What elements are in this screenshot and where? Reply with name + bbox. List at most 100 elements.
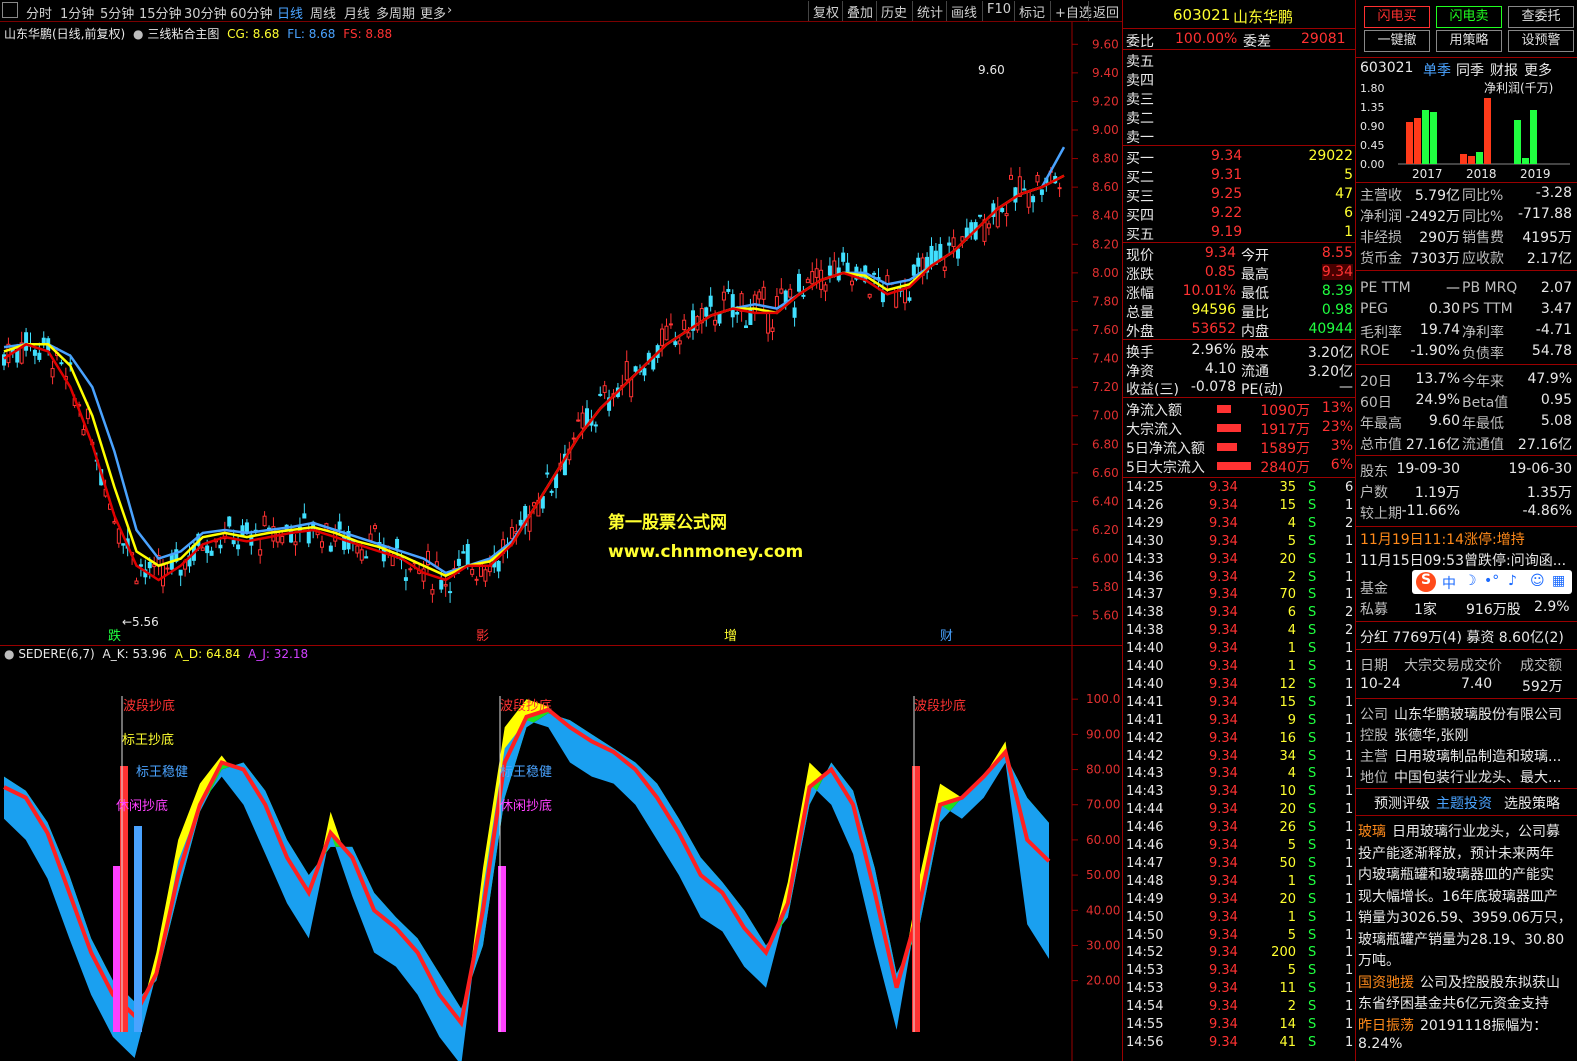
fin-code: 603021 xyxy=(1360,60,1414,76)
signal-label: 波段抄底 xyxy=(914,698,966,714)
candle-down xyxy=(302,513,307,519)
cancel-all-button[interactable]: 一键撤 xyxy=(1364,30,1430,52)
back-button[interactable]: 返回 xyxy=(1088,1,1123,21)
price-tick-label: 8.60 xyxy=(1092,180,1119,194)
settings-circle-icon[interactable]: ● xyxy=(4,647,14,661)
f10-button[interactable]: F10 xyxy=(982,1,1015,21)
tab-forecast[interactable]: 预测评级 xyxy=(1374,793,1430,813)
period-daily[interactable]: 日线 xyxy=(277,3,303,22)
tick-volume: 26 xyxy=(1279,820,1296,836)
ime-toolbar[interactable]: S 中 ☽ •° ♪ ☺ ▦ xyxy=(1412,570,1572,594)
tick-price: 9.34 xyxy=(1209,551,1238,567)
indicator-chart[interactable]: ● SEDERE(6,7) A_K: 53.96 A_D: 64.84 A_J:… xyxy=(0,646,1122,1061)
candle-up xyxy=(320,541,324,548)
tick-count: 2 xyxy=(1345,623,1354,639)
tick-row: 14:33 9.34 20 S 1 xyxy=(1123,551,1356,569)
tick-volume: 2 xyxy=(1287,999,1296,1015)
fin-value: -11.66% xyxy=(1401,503,1460,519)
punct-icon[interactable]: •° xyxy=(1484,573,1499,589)
period-1min[interactable]: 1分钟 xyxy=(60,3,94,22)
period-weekly[interactable]: 周线 xyxy=(310,3,336,22)
event-marker[interactable]: 影 xyxy=(476,629,489,644)
grid-icon[interactable]: ▦ xyxy=(1552,573,1565,589)
settings-circle-icon[interactable]: ● xyxy=(133,27,143,41)
event-marker[interactable]: 财 xyxy=(940,629,953,644)
event-marker[interactable]: 增 xyxy=(724,629,737,644)
flow-bar xyxy=(1217,405,1231,413)
period-30min[interactable]: 30分钟 xyxy=(184,3,227,22)
stat-label: 涨跌 xyxy=(1126,267,1154,283)
bid-row[interactable]: 买二 9.31 5 xyxy=(1123,166,1356,186)
fin-value: 3.47 xyxy=(1540,301,1572,317)
tab-report[interactable]: 财报 xyxy=(1490,60,1518,80)
tab-quarter[interactable]: 单季 xyxy=(1423,60,1451,80)
ime-mode[interactable]: 中 xyxy=(1442,573,1456,593)
tick-time: 14:48 xyxy=(1126,873,1164,889)
stat-label: 总量 xyxy=(1126,305,1154,321)
candle-up xyxy=(112,521,117,524)
period-monthly[interactable]: 月线 xyxy=(344,3,370,22)
tick-side: S xyxy=(1308,963,1317,979)
set-alert-button[interactable]: 设预警 xyxy=(1508,30,1574,52)
tick-time: 14:36 xyxy=(1126,569,1164,585)
window-menu-icon[interactable] xyxy=(2,2,18,18)
candle-up xyxy=(81,429,86,436)
tick-time: 14:53 xyxy=(1126,963,1164,979)
bid-row[interactable]: 买一 9.34 29022 xyxy=(1123,147,1356,167)
tick-count: 1 xyxy=(1345,676,1354,692)
news-1[interactable]: 11月19日11:14涨停:增持 xyxy=(1356,528,1577,549)
indicator-tick-label: 30.00 xyxy=(1086,938,1120,952)
flash-sell-button[interactable]: 闪电卖 xyxy=(1436,6,1502,28)
ask-label: 卖四 xyxy=(1126,73,1154,89)
overlay-button[interactable]: 叠加 xyxy=(842,1,877,21)
tick-row: 14:29 9.34 4 S 2 xyxy=(1123,515,1356,533)
bid-row[interactable]: 买三 9.25 47 xyxy=(1123,185,1356,205)
candle-up xyxy=(721,291,726,301)
moon-icon[interactable]: ☽ xyxy=(1464,573,1477,589)
news-2[interactable]: 11月15日09:53曾跌停:问询函... xyxy=(1356,549,1577,570)
tab-theme[interactable]: 主题投资 xyxy=(1436,793,1492,813)
price-tick-label: 8.20 xyxy=(1092,237,1119,251)
flash-buy-button[interactable]: 闪电买 xyxy=(1364,6,1430,28)
theme-line: 玻璃瓶罐产销量为28.19、30.80 xyxy=(1356,928,1577,949)
mic-icon[interactable]: ♪ xyxy=(1508,573,1517,589)
query-order-button[interactable]: 查委托 xyxy=(1508,6,1574,28)
draw-button[interactable]: 画线 xyxy=(946,1,981,21)
theme-text: 万吨。 xyxy=(1358,953,1400,969)
bid-row[interactable]: 买四 9.22 6 xyxy=(1123,204,1356,224)
tick-side: S xyxy=(1308,676,1317,692)
tick-side: S xyxy=(1308,981,1317,997)
skin-icon[interactable]: ☺ xyxy=(1530,573,1545,589)
candle-up xyxy=(805,278,810,284)
signal-label: 波段抄底 xyxy=(500,698,552,714)
tick-time: 14:54 xyxy=(1126,999,1164,1015)
tab-same-quarter[interactable]: 同季 xyxy=(1456,60,1484,80)
history-button[interactable]: 历史 xyxy=(876,1,911,21)
tick-row: 14:42 9.34 34 S 1 xyxy=(1123,748,1356,766)
company-value: 日用玻璃制品制造和玻璃... xyxy=(1394,749,1562,765)
mark-button[interactable]: 标记 xyxy=(1014,1,1049,21)
fin-label: 20日 xyxy=(1360,374,1392,390)
period-fenshi[interactable]: 分时 xyxy=(26,3,52,22)
fuquan-button[interactable]: 复权 xyxy=(808,1,843,21)
tab-more[interactable]: 更多 xyxy=(1524,60,1552,80)
period-15min[interactable]: 15分钟 xyxy=(139,3,182,22)
use-strategy-button[interactable]: 用策略 xyxy=(1436,30,1502,52)
tab-strategy[interactable]: 选股策略 xyxy=(1504,793,1560,813)
period-multi[interactable]: 多周期 xyxy=(376,3,415,22)
tick-count: 1 xyxy=(1345,909,1354,925)
fin-label: Beta值 xyxy=(1462,395,1509,411)
period-more[interactable]: 更多 xyxy=(420,3,446,22)
indicator-tick-label: 70.00 xyxy=(1086,798,1120,812)
candle-down xyxy=(209,550,214,556)
tick-price: 9.34 xyxy=(1209,623,1238,639)
bid-row[interactable]: 买五 9.19 1 xyxy=(1123,223,1356,243)
tick-time: 14:43 xyxy=(1126,784,1164,800)
period-5min[interactable]: 5分钟 xyxy=(100,3,134,22)
period-60min[interactable]: 60分钟 xyxy=(230,3,273,22)
event-marker[interactable]: 跌 xyxy=(108,628,121,644)
tick-time: 14:33 xyxy=(1126,551,1164,567)
tick-time: 14:43 xyxy=(1126,766,1164,782)
stats-button[interactable]: 统计 xyxy=(912,1,947,21)
kline-chart[interactable]: 山东华鹏(日线,前复权) ● 三线粘合主图 CG: 8.68 FL: 8.68 … xyxy=(0,22,1122,646)
